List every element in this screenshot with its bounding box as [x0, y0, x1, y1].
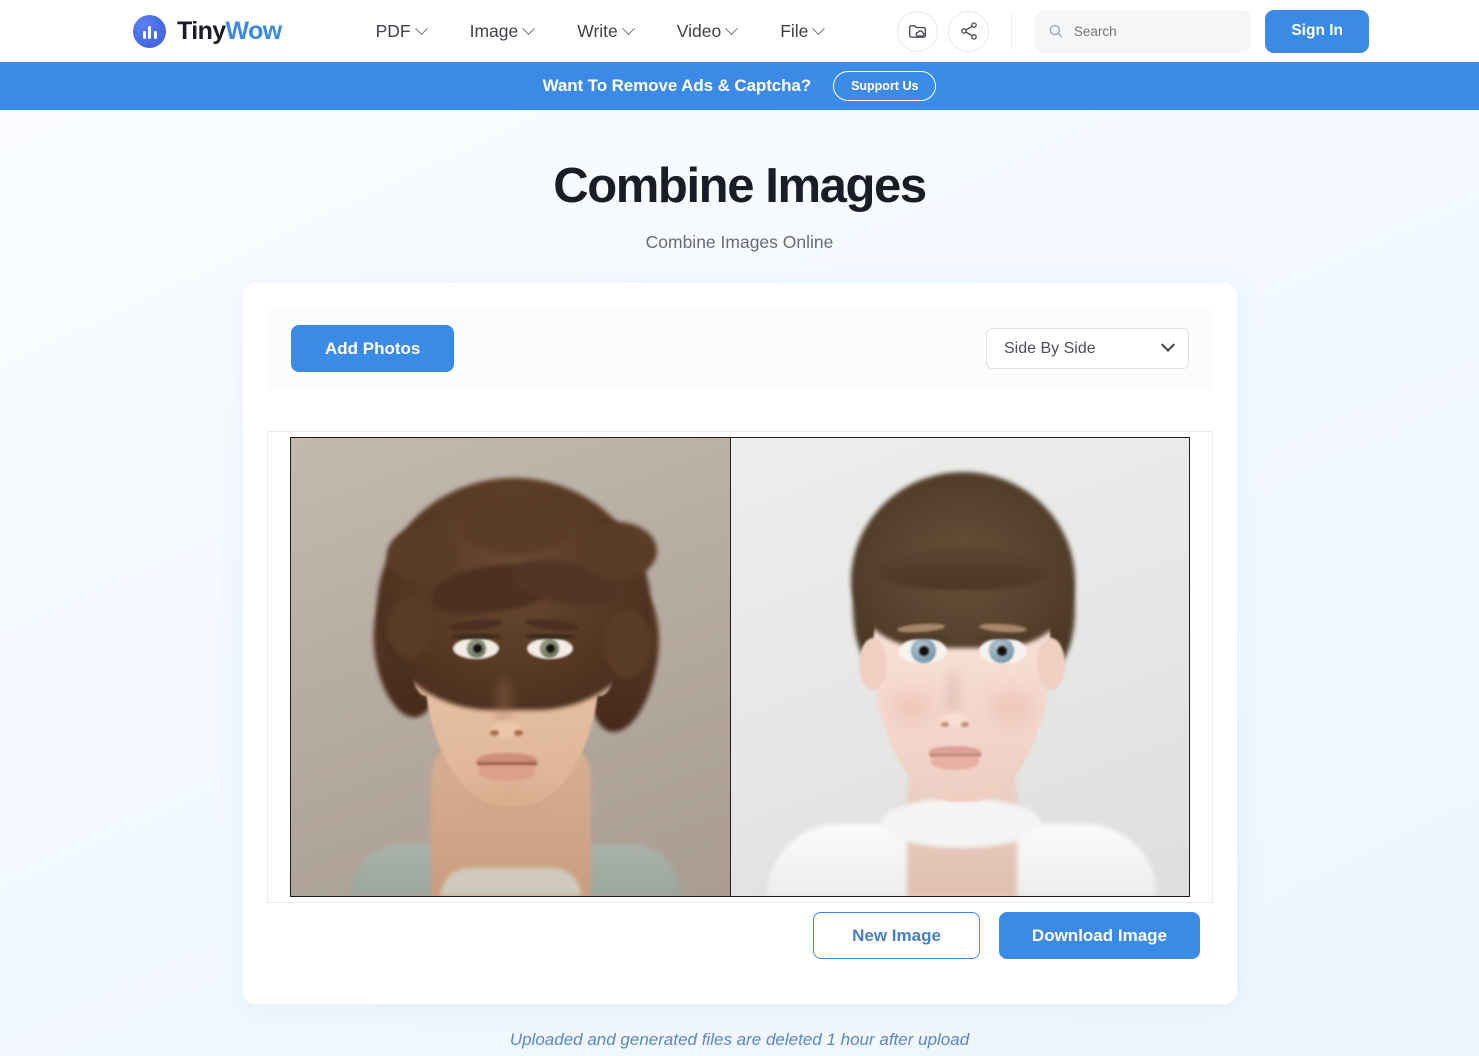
photo-collar: [441, 868, 581, 896]
nav-item-video[interactable]: Video: [655, 13, 758, 50]
photo-pupil-right: [997, 646, 1007, 656]
photo-pupil-left: [919, 646, 929, 656]
photo-curl: [603, 608, 651, 678]
photo-cheek-right: [989, 690, 1033, 722]
photo-nostril-right: [514, 730, 523, 736]
tool-toolbar: Add Photos Side By Side: [267, 307, 1213, 390]
photo-chin-shadow: [473, 788, 543, 810]
new-image-button[interactable]: New Image: [813, 912, 980, 959]
photo-pupil-left: [473, 644, 482, 653]
photo-ear-left: [859, 638, 887, 690]
photo-collar: [881, 798, 1041, 848]
main-nav: PDF Image Write Video File: [354, 13, 846, 50]
support-us-button[interactable]: Support Us: [833, 71, 937, 101]
chevron-down-icon: [812, 21, 826, 35]
nav-item-image[interactable]: Image: [448, 13, 556, 50]
photo-pupil-right: [546, 644, 555, 653]
photo-mouth-line: [477, 762, 537, 765]
search-input[interactable]: [1073, 23, 1238, 39]
chevron-down-icon: [414, 21, 428, 35]
photo-nostril-left: [941, 722, 949, 727]
card-actions: New Image Download Image: [813, 912, 1200, 959]
photo-fringe: [879, 548, 1049, 590]
file-retention-notice: Uploaded and generated files are deleted…: [509, 1030, 970, 1049]
photo-lip-bottom: [479, 764, 535, 781]
nav-item-pdf[interactable]: PDF: [354, 13, 448, 50]
photo-nostril-right: [961, 722, 969, 727]
tinywow-logo-icon: [133, 14, 166, 48]
photo-curl: [387, 598, 433, 658]
download-image-button[interactable]: Download Image: [998, 912, 1200, 959]
photo-eyelash-right: [525, 634, 575, 639]
chevron-down-icon: [522, 21, 536, 35]
layout-select-value: Side By Side: [1004, 339, 1096, 357]
nav-item-write[interactable]: Write: [555, 13, 655, 50]
photo-eyelash-left: [451, 634, 501, 639]
nav-item-file[interactable]: File: [758, 13, 845, 50]
share-icon[interactable]: [948, 10, 990, 52]
photo-mouth-line: [930, 754, 981, 757]
photo-cheek-left: [889, 690, 933, 722]
photo-eyelash-left: [897, 635, 949, 639]
photo-curl: [387, 528, 457, 582]
chevron-down-icon: [1160, 337, 1176, 352]
page-subtitle: Combine Images Online: [645, 232, 834, 252]
photo-eyelash-right: [977, 635, 1029, 639]
header-actions: Sign In: [897, 9, 1479, 53]
ads-banner-text: Want To Remove Ads & Captcha?: [542, 76, 812, 95]
layout-select[interactable]: Side By Side: [986, 328, 1189, 369]
logo-text-first: Tiny: [177, 16, 226, 45]
chevron-down-icon: [621, 21, 635, 35]
add-photos-button[interactable]: Add Photos: [291, 325, 455, 372]
combined-image-right: [731, 438, 1189, 896]
photo-lip-bottom: [931, 755, 979, 770]
cloud-folder-icon[interactable]: [897, 10, 939, 52]
nav-item-label: Write: [577, 20, 618, 41]
sign-in-button[interactable]: Sign In: [1265, 9, 1369, 53]
photo-nostril-left: [490, 730, 499, 736]
nav-item-label: PDF: [375, 20, 411, 41]
logo-text-second: Wow: [225, 16, 283, 45]
site-header: TinyWow PDF Image Write Video File Searc…: [0, 0, 1479, 62]
search-icon: [1049, 24, 1063, 38]
nav-item-label: Image: [469, 20, 519, 41]
search-box[interactable]: [1034, 9, 1252, 53]
page-title: Combine Images: [553, 159, 927, 213]
photo-ear-right: [1037, 638, 1065, 690]
photo-curl: [461, 494, 571, 554]
combined-image-left: [291, 438, 731, 896]
image-preview-stage: [267, 431, 1213, 903]
nav-item-label: Video: [676, 20, 722, 41]
chevron-down-icon: [725, 21, 739, 35]
logo[interactable]: TinyWow: [133, 14, 282, 48]
logo-text: TinyWow: [177, 17, 282, 46]
combined-image[interactable]: [290, 437, 1190, 897]
header-divider: [1011, 13, 1013, 49]
photo-curl: [577, 522, 657, 580]
ads-banner: Want To Remove Ads & Captcha? Support Us: [0, 62, 1479, 110]
nav-item-label: File: [780, 20, 809, 41]
tool-card: Add Photos Side By Side New Image Downlo…: [243, 283, 1237, 1004]
